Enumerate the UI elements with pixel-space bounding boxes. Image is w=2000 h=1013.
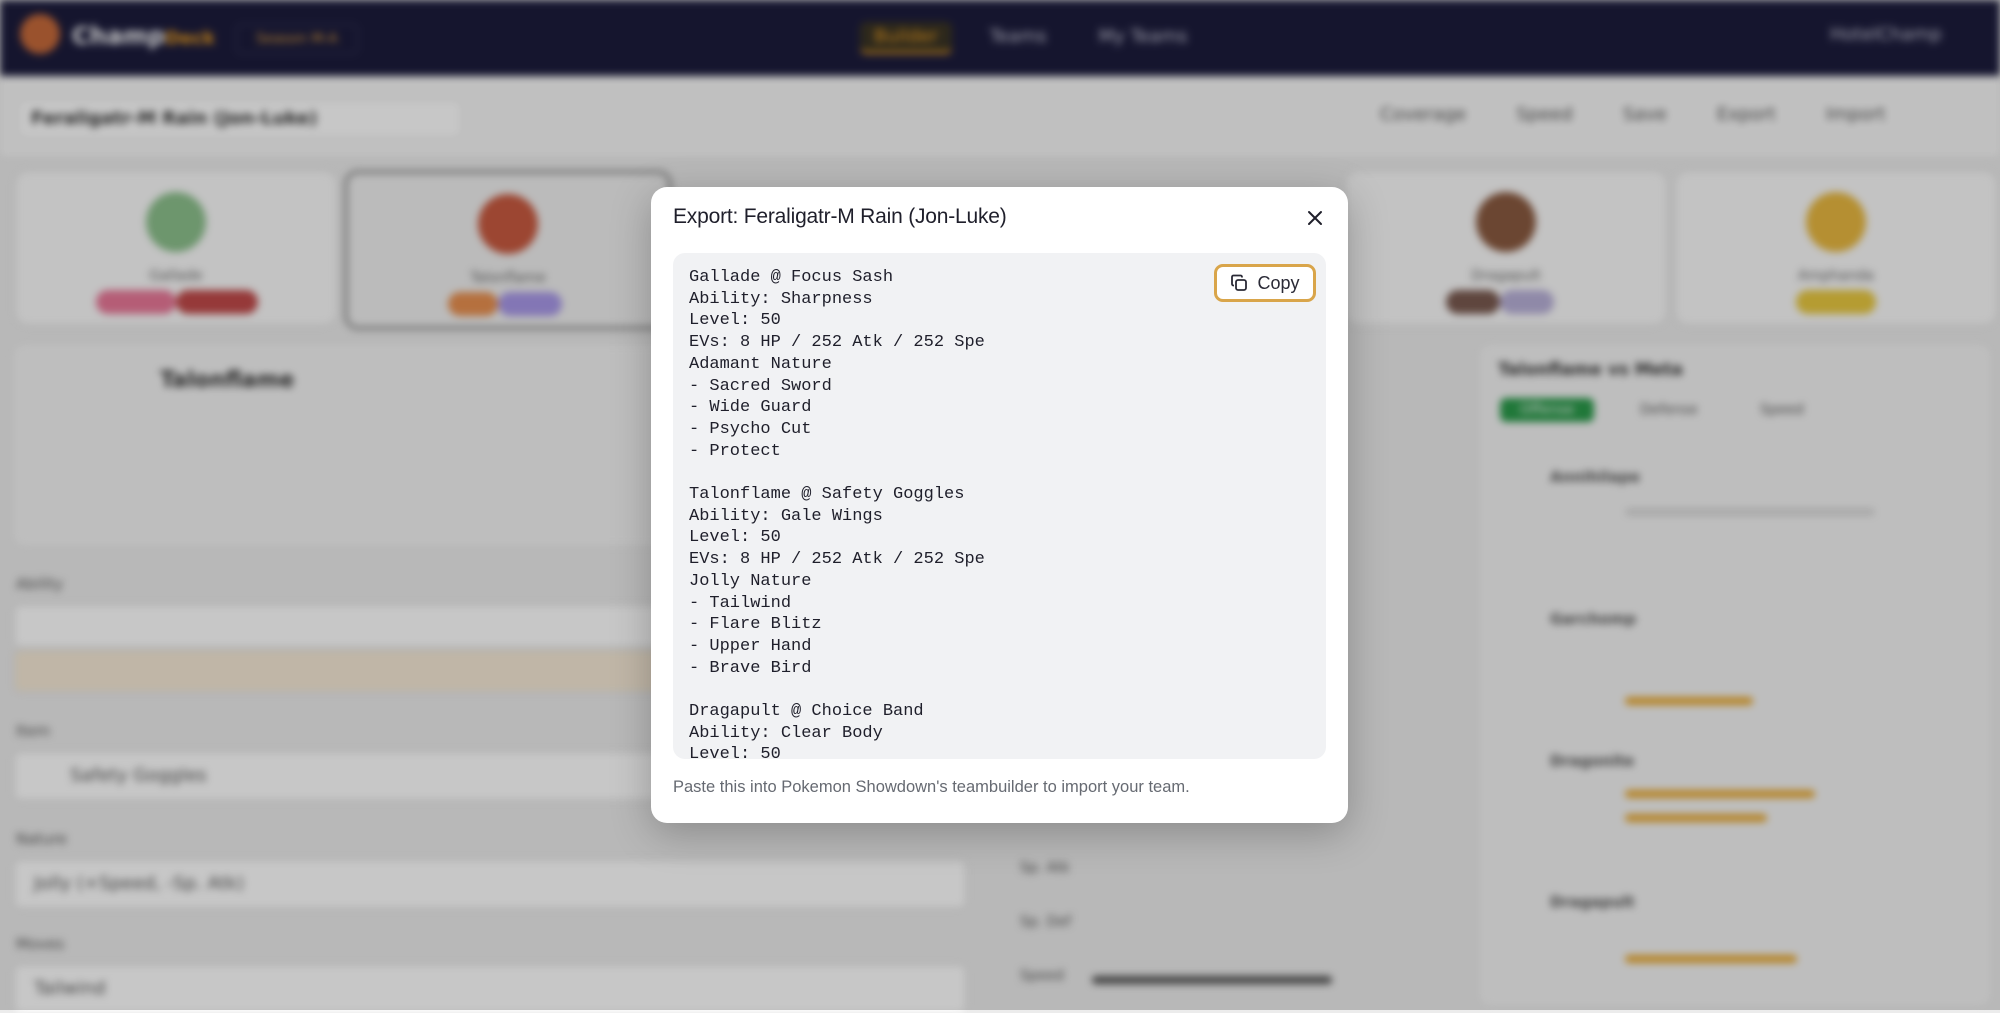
modal-hint: Paste this into Pokemon Showdown's teamb… (673, 778, 1190, 796)
export-text: Gallade @ Focus Sash Ability: Sharpness … (689, 268, 985, 759)
copy-label: Copy (1257, 272, 1300, 293)
modal-title: Export: Feraligatr-M Rain (Jon-Luke) (673, 205, 1007, 228)
copy-icon (1231, 274, 1248, 291)
export-text-area[interactable]: Gallade @ Focus Sash Ability: Sharpness … (673, 253, 1326, 759)
close-button[interactable] (1301, 204, 1329, 232)
copy-button[interactable]: Copy (1214, 264, 1316, 302)
close-icon (1308, 211, 1322, 225)
